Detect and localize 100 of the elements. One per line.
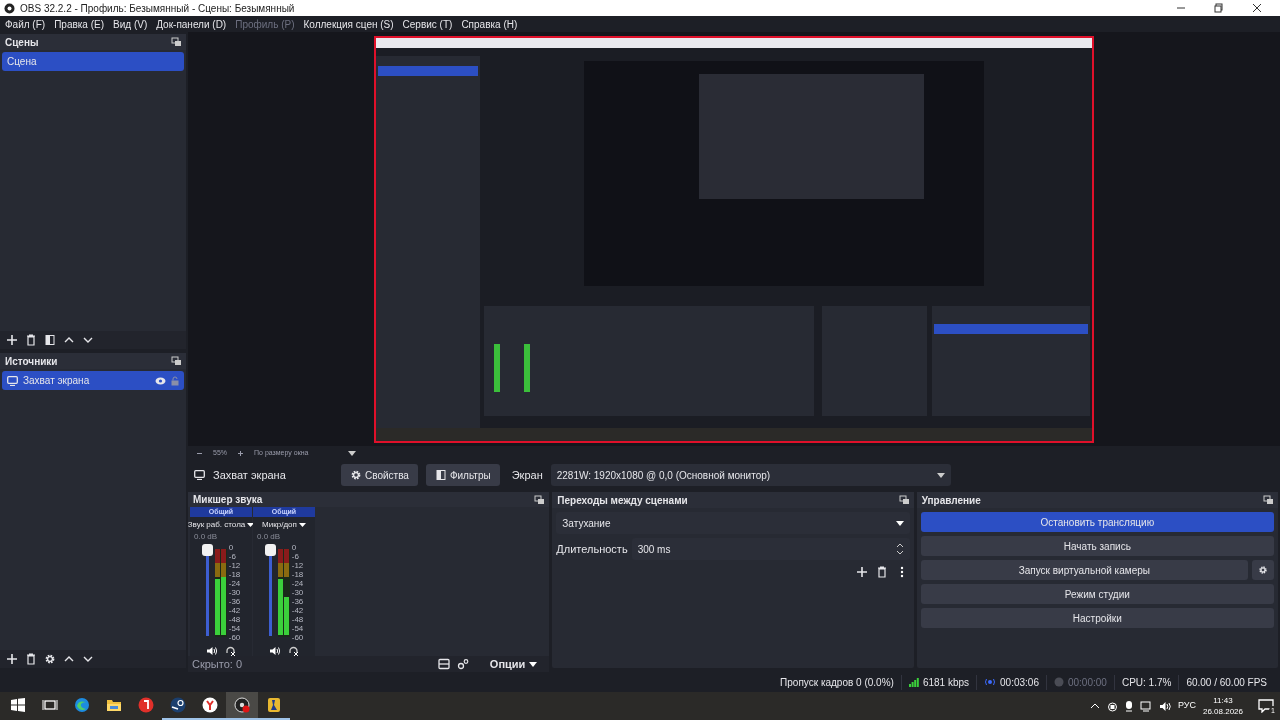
channel-name[interactable]: Звук раб. стола xyxy=(187,517,255,531)
close-icon[interactable] xyxy=(1252,3,1262,13)
meter-scale-label: -36 xyxy=(291,598,304,606)
input-language[interactable]: РУС xyxy=(1177,699,1196,713)
camera-settings-button[interactable] xyxy=(1252,560,1274,580)
scene-item[interactable]: Сцена xyxy=(2,52,184,71)
properties-button[interactable]: Свойства xyxy=(341,464,418,486)
network-icon[interactable] xyxy=(1139,700,1152,712)
plus-icon xyxy=(6,334,18,346)
dropped-frames: Пропуск кадров 0 (0.0%) xyxy=(773,674,901,690)
window-title: OBS 32.2.2 - Профиль: Безымянный - Сцены: Безымянный xyxy=(20,1,296,16)
meter-scale-label: -54 xyxy=(228,625,241,633)
caret-icon xyxy=(298,523,306,527)
app-icon xyxy=(74,697,90,713)
menu-item[interactable]: Коллекция сцен (S) xyxy=(303,16,394,32)
filter-icon xyxy=(44,334,56,346)
trash-icon xyxy=(875,566,888,578)
monitor-icon xyxy=(194,470,205,480)
headphones-off-icon[interactable] xyxy=(225,646,236,656)
plus-icon xyxy=(6,653,18,665)
filter-icon xyxy=(434,469,447,481)
undock-icon[interactable] xyxy=(171,37,182,47)
menu-item[interactable]: Правка (E) xyxy=(54,16,105,32)
message-icon xyxy=(1258,699,1274,713)
display-dropdown[interactable]: 2281W: 1920x1080 @ 0,0 (Основной монитор) xyxy=(550,464,951,486)
spin-arrows-icon xyxy=(895,542,904,556)
meter-scale-label: 0 xyxy=(228,544,235,552)
undock-icon[interactable] xyxy=(1263,495,1274,505)
microphone-icon[interactable] xyxy=(1124,700,1133,712)
duration-spinbox[interactable]: 300 ms xyxy=(631,538,910,560)
meter-scale-label: -60 xyxy=(291,634,304,642)
record-time: 00:00:00 xyxy=(1067,675,1107,690)
filters-button[interactable] xyxy=(42,332,58,348)
zoom-in-icon[interactable] xyxy=(237,449,244,457)
channel-name[interactable]: Микр/доп xyxy=(262,517,306,531)
undock-icon[interactable] xyxy=(171,356,182,366)
bitrate: 6181 kbps xyxy=(922,675,970,690)
transition-dropdown[interactable]: Затухание xyxy=(556,512,910,534)
chevron-up-icon[interactable] xyxy=(1089,702,1100,710)
menu-item[interactable]: Файл (F) xyxy=(5,16,46,32)
caret-icon xyxy=(895,520,904,526)
more-icon xyxy=(899,566,904,578)
menu-item[interactable]: Док-панели (D) xyxy=(156,16,227,32)
start-icon xyxy=(10,697,26,713)
dock-title: Переходы между сценами xyxy=(557,493,688,508)
trash-icon xyxy=(25,334,37,346)
meter-scale-label: -6 xyxy=(228,553,237,561)
hidden-count: Скрыто: 0 xyxy=(192,657,244,672)
control-button[interactable]: Режим студии xyxy=(920,584,1274,604)
meter-scale-label: -48 xyxy=(228,616,241,624)
dock-title: Источники xyxy=(5,354,58,369)
dock-title: Сцены xyxy=(5,35,39,50)
volume-reading: 0.0 dB xyxy=(256,531,281,543)
meter-scale-label: -30 xyxy=(228,589,241,597)
source-item[interactable]: Захват экрана xyxy=(2,371,184,390)
display-label: Экран xyxy=(511,467,543,483)
menu-item[interactable]: Вид (V) xyxy=(113,16,148,32)
filters-button[interactable]: Фильтры xyxy=(425,464,500,486)
meter-scale-label: -12 xyxy=(228,562,241,570)
app-icon xyxy=(202,697,218,713)
taskbar-app[interactable] xyxy=(226,692,258,720)
maximize-icon[interactable] xyxy=(1214,3,1224,13)
menu-item[interactable]: Сервис (T) xyxy=(402,16,453,32)
meter-scale-label: 0 xyxy=(291,544,298,552)
dock-title: Управление xyxy=(921,493,981,508)
meter-scale-label: -24 xyxy=(228,580,241,588)
plus-icon xyxy=(855,566,868,578)
meter-scale-label: -36 xyxy=(228,598,241,606)
meet-icon[interactable] xyxy=(1106,700,1118,712)
volume-icon[interactable] xyxy=(1158,700,1171,712)
monitor-icon xyxy=(7,375,18,386)
undock-icon[interactable] xyxy=(534,494,546,505)
stream-time: 00:03:06 xyxy=(1000,675,1039,690)
control-button[interactable]: Остановить трансляцию xyxy=(920,512,1274,532)
menu-item[interactable]: Справка (H) xyxy=(461,16,518,32)
gear-icon xyxy=(44,653,56,665)
app-icon xyxy=(266,697,282,713)
caret-icon xyxy=(247,523,255,527)
cpu-usage: CPU: 1.7% xyxy=(1113,674,1179,690)
eye-icon[interactable] xyxy=(155,376,166,385)
clock[interactable]: 11:43 26.08.2026 xyxy=(1202,695,1243,717)
control-button[interactable]: Запуск виртуальной камеры xyxy=(920,560,1248,580)
control-button[interactable]: Настройки xyxy=(920,608,1274,628)
control-button[interactable]: Начать запись xyxy=(920,536,1274,556)
headphones-off-icon[interactable] xyxy=(288,646,299,656)
options-menu-button[interactable]: Опции xyxy=(489,656,538,673)
speaker-icon[interactable] xyxy=(206,646,217,656)
signal-icon xyxy=(908,677,919,687)
caret-icon xyxy=(348,450,357,456)
source-name: Захват экрана xyxy=(213,467,287,483)
app-icon xyxy=(234,697,250,713)
meter-scale-label: -18 xyxy=(291,571,304,579)
meter-scale-label: -54 xyxy=(291,625,304,633)
volume-reading: 0.0 dB xyxy=(193,531,218,543)
undock-icon[interactable] xyxy=(898,495,910,505)
add-button[interactable] xyxy=(4,651,20,667)
app-icon xyxy=(170,697,186,713)
trash-icon xyxy=(25,653,37,665)
add-button[interactable] xyxy=(4,332,20,348)
speaker-icon[interactable] xyxy=(269,646,280,656)
